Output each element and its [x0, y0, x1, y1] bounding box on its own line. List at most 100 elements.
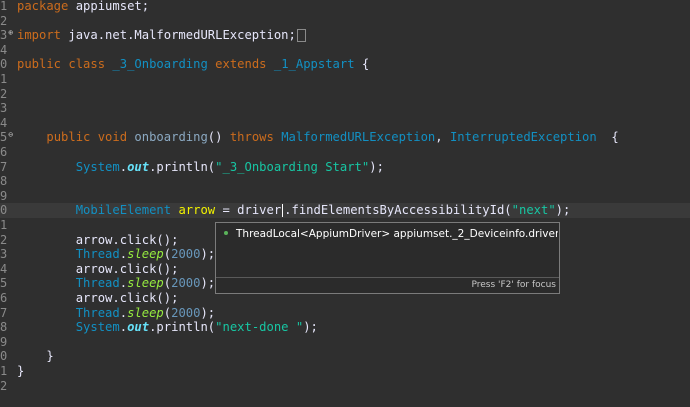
code-token: java.net.MalformedURLException; — [61, 28, 296, 43]
code-text: MobileElement arrow = driver .findElement… — [17, 203, 570, 218]
code-token: { — [354, 57, 370, 72]
code-token: package — [17, 0, 69, 13]
code-token: ); — [303, 320, 318, 335]
code-text: } — [17, 364, 24, 379]
code-token: .println( — [149, 159, 216, 174]
content-assist-proposal[interactable]: ThreadLocal<AppiumDriver> appiumset._2_D… — [217, 224, 558, 244]
code-text: } — [17, 349, 54, 364]
code-text: Thread.sleep(2000); — [17, 276, 215, 291]
code-token: = — [215, 203, 238, 218]
code-token: sleep — [127, 276, 164, 291]
content-assist-popup[interactable]: ThreadLocal<AppiumDriver> appiumset._2_D… — [215, 222, 560, 294]
line-number: 3 — [0, 101, 8, 116]
line-number: 0 — [0, 203, 8, 218]
code-line[interactable]: 1} — [0, 364, 690, 379]
content-assist-footer: Press 'F2' for focus — [216, 277, 559, 293]
code-token: _3_Onboarding — [112, 57, 208, 72]
code-line[interactable]: 4 — [0, 116, 690, 131]
code-line[interactable]: 3⊕ import java.net.MalformedURLException; — [0, 28, 690, 43]
code-line[interactable]: 2 — [0, 14, 690, 29]
line-number: 2 — [0, 232, 8, 247]
line-number: 1 — [0, 72, 8, 86]
code-token: "_3_Onboarding Start" — [215, 159, 370, 174]
code-line[interactable]: 4 — [0, 43, 690, 58]
code-line[interactable]: 8 System.out.println("next-done "); — [0, 320, 690, 335]
code-token: ); — [200, 247, 216, 262]
fold-expand-icon[interactable]: ⊕ — [8, 28, 13, 37]
line-number: 4 — [0, 261, 8, 276]
code-line[interactable]: 5⊖ public void onboarding() throws Malfo… — [0, 130, 690, 145]
code-token: onboarding — [134, 130, 208, 145]
code-token: } — [17, 349, 54, 364]
fold-collapse-icon[interactable]: ⊖ — [8, 130, 13, 139]
line-number: 7 — [0, 305, 8, 320]
code-token: . — [119, 247, 128, 262]
code-token: arrow.click(); — [17, 291, 179, 305]
code-token: public class — [17, 57, 106, 72]
code-token: arrow — [178, 203, 216, 218]
code-token: 2000 — [171, 247, 201, 262]
code-text: public void onboarding() throws Malforme… — [17, 130, 618, 145]
code-token: out — [127, 159, 150, 174]
line-number: 6 — [0, 145, 8, 159]
code-token: public void — [46, 130, 128, 145]
line-number: 5 — [0, 276, 8, 291]
line-number: 1 — [0, 0, 8, 13]
code-line[interactable]: 8 — [0, 174, 690, 189]
proposal-label: ThreadLocal<AppiumDriver> appiumset._2_D… — [236, 228, 558, 240]
code-token: MobileElement — [75, 203, 172, 218]
line-number: 1 — [0, 218, 8, 232]
code-line[interactable]: 9 — [0, 189, 690, 204]
code-token: 2000 — [171, 276, 201, 291]
line-number: 0 — [0, 57, 8, 72]
code-token: ( — [163, 276, 172, 291]
line-number: 8 — [0, 320, 8, 335]
code-token: .findElementsByAccessibilityId( — [284, 203, 512, 218]
code-token: extends — [215, 57, 267, 72]
code-token: sleep — [127, 247, 164, 262]
code-line[interactable]: 2 — [0, 87, 690, 102]
code-token: 2000 — [171, 305, 201, 320]
code-token: arrow.click(); — [17, 261, 179, 276]
code-line[interactable]: 7 System.out.println("_3_Onboarding Star… — [0, 160, 690, 175]
folded-imports-icon[interactable] — [296, 29, 306, 43]
field-icon — [224, 231, 228, 235]
code-token: MalformedURLException — [281, 130, 436, 145]
line-number: 3 — [0, 247, 8, 262]
code-token: ); — [555, 203, 571, 218]
code-editor[interactable]: 1 package appiumset; 2 3⊕ import java.net.Ma… — [0, 0, 690, 407]
line-number: 8 — [0, 174, 8, 189]
code-line[interactable]: 9 — [0, 335, 690, 350]
code-token: ); — [200, 305, 216, 320]
code-text: import java.net.MalformedURLException; — [17, 28, 306, 43]
code-text: arrow.click(); — [17, 291, 179, 306]
code-line[interactable]: 2 — [0, 379, 690, 394]
code-line[interactable]: 0 public class _3_Onboarding extends _1_A… — [0, 57, 690, 72]
code-token: () — [207, 130, 230, 145]
line-number: 4 — [0, 115, 8, 130]
code-token: throws — [229, 130, 274, 145]
code-token: System — [75, 320, 120, 335]
code-line[interactable]: 0 } — [0, 349, 690, 364]
code-token: "next-done " — [215, 320, 304, 335]
code-line[interactable]: 3 — [0, 101, 690, 116]
code-line[interactable]: 7 Thread.sleep(2000); — [0, 306, 690, 321]
line-number: 1 — [0, 364, 8, 378]
line-number: 6 — [0, 291, 8, 305]
code-token: .println( — [149, 320, 216, 335]
code-token: . — [119, 305, 128, 320]
code-line[interactable]: 6 — [0, 145, 690, 160]
code-line[interactable]: 0 MobileElement arrow = driver .findEleme… — [0, 203, 690, 218]
code-text: System.out.println("next-done "); — [17, 320, 318, 335]
code-text: Thread.sleep(2000); — [17, 247, 215, 262]
code-text: package appiumset; — [17, 0, 149, 14]
code-line[interactable]: 1 package appiumset; — [0, 0, 690, 14]
line-number: 0 — [0, 349, 8, 364]
code-line[interactable]: 1 — [0, 72, 690, 87]
code-token: ); — [200, 276, 216, 291]
